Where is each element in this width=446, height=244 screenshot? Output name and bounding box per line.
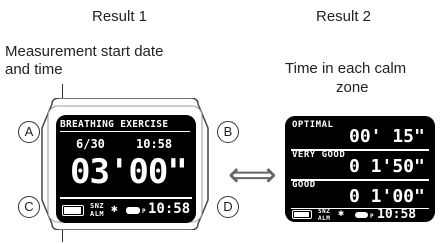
watch-2-display: OPTIMAL 00' 15" VERY GOOD 0 1'50" GOOD 0… bbox=[285, 116, 435, 222]
exercise-duration: 03'00" bbox=[70, 152, 188, 192]
button-c[interactable]: C bbox=[18, 196, 40, 218]
zone-value-good: 0 1'00" bbox=[349, 186, 425, 207]
watch-1-display: BREATHING EXERCISE 6/30 10:58 03'00" SNZ… bbox=[56, 115, 196, 223]
button-a[interactable]: A bbox=[18, 121, 40, 143]
exercise-title: BREATHING EXERCISE bbox=[60, 119, 190, 132]
clock-time: 10:58 bbox=[148, 201, 191, 217]
start-time: 10:58 bbox=[136, 137, 173, 151]
result-1-caption: Result 1 bbox=[92, 8, 148, 25]
alm-label: ALM bbox=[318, 215, 331, 222]
button-b[interactable]: B bbox=[217, 121, 239, 143]
calm-zone-caption-line1: Time in each calm bbox=[285, 60, 407, 77]
double-arrow-icon: ⟺ bbox=[228, 156, 277, 194]
bluetooth-icon: ✱ bbox=[111, 202, 118, 215]
zone-label-optimal: OPTIMAL bbox=[292, 120, 334, 130]
snz-label: SNZ bbox=[90, 202, 105, 210]
pm-indicator: P bbox=[370, 213, 375, 220]
pm-indicator: P bbox=[142, 208, 147, 215]
battery-icon bbox=[292, 210, 312, 219]
zone-value-optimal: 00' 15" bbox=[349, 126, 425, 147]
zone-value-very-good: 0 1'50" bbox=[349, 156, 425, 177]
measurement-caption-line2: and time bbox=[5, 61, 63, 78]
zone-label-very-good: VERY GOOD bbox=[292, 150, 346, 160]
bottom-divider bbox=[60, 197, 192, 199]
start-date: 6/30 bbox=[76, 137, 105, 151]
clock-time: 10:58 bbox=[377, 207, 417, 222]
snz-label: SNZ bbox=[318, 208, 331, 215]
measurement-caption-line1: Measurement start date bbox=[5, 43, 164, 60]
phone-icon bbox=[126, 207, 140, 214]
result-2-caption: Result 2 bbox=[316, 8, 372, 25]
zone-label-good: GOOD bbox=[292, 180, 316, 190]
phone-icon bbox=[355, 212, 368, 218]
bluetooth-icon: ✱ bbox=[338, 208, 345, 219]
calm-zone-caption-line2: zone bbox=[336, 79, 369, 96]
alm-label: ALM bbox=[90, 210, 105, 218]
button-d[interactable]: D bbox=[217, 196, 239, 218]
battery-icon bbox=[62, 205, 84, 216]
